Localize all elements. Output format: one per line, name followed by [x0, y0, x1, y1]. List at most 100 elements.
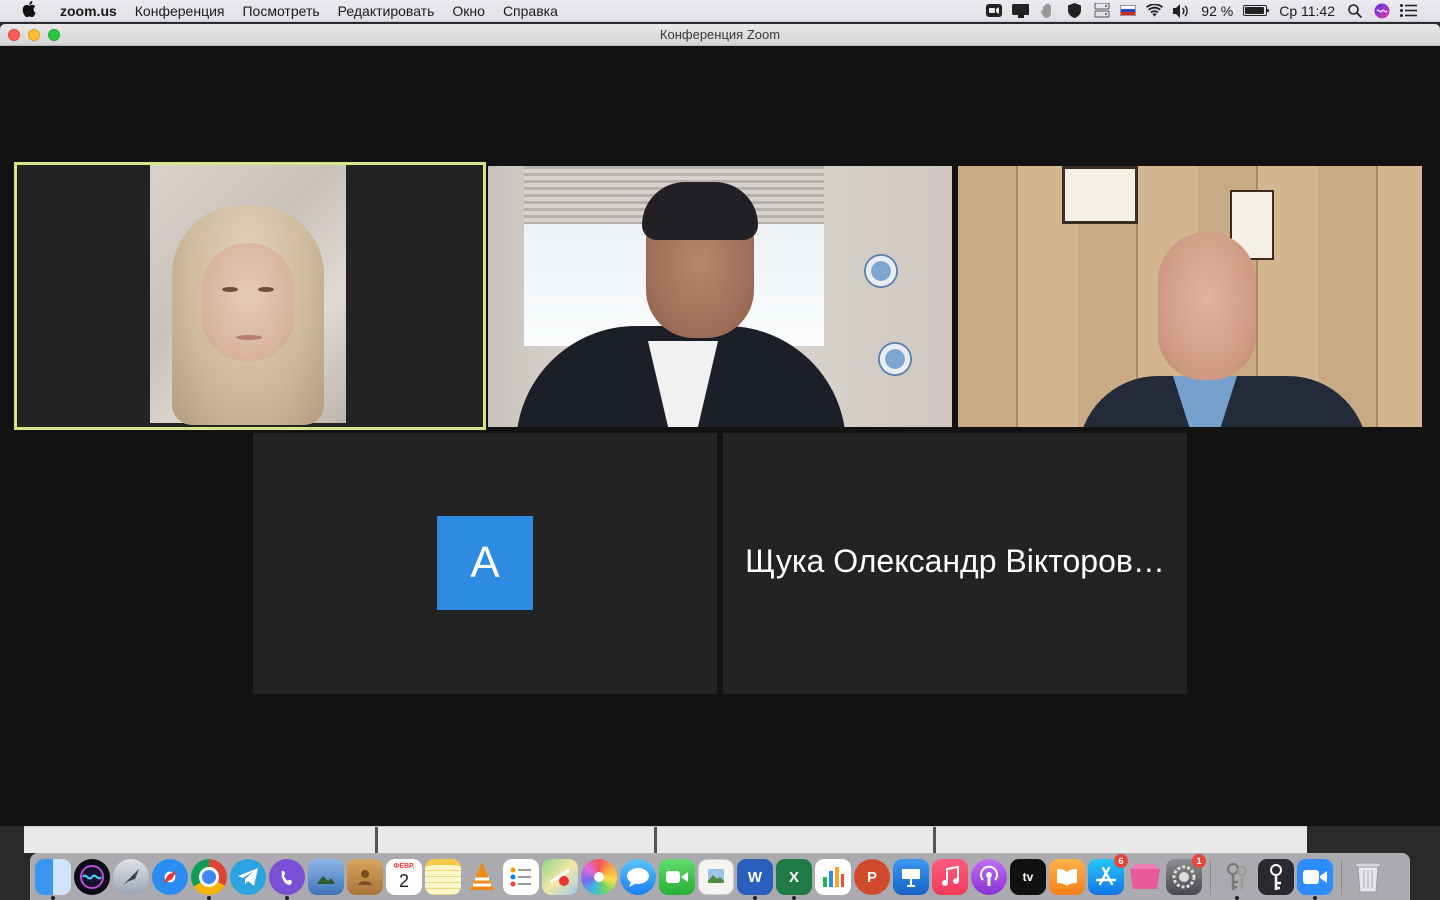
keynote-icon[interactable]	[893, 859, 929, 895]
apple-tv-label: tv	[1022, 870, 1034, 884]
finder-icon[interactable]	[35, 859, 71, 900]
zoom-dock-icon[interactable]	[1297, 859, 1333, 900]
app-store-icon[interactable]: 6	[1088, 854, 1128, 895]
running-indicator	[51, 896, 55, 900]
word-letter: W	[747, 868, 763, 886]
volume-icon[interactable]	[1173, 3, 1190, 18]
video-figure-face	[202, 243, 294, 361]
background-window-divider	[375, 827, 378, 853]
photos-icon[interactable]	[581, 859, 617, 895]
participant-video-1	[150, 165, 346, 425]
dock-separator	[1341, 859, 1342, 895]
menu-conference[interactable]: Конференция	[126, 3, 234, 19]
calendar-day: 2	[398, 871, 409, 891]
wifi-icon[interactable]	[1146, 4, 1164, 18]
calendar-icon[interactable]: ФЕВР. 2	[386, 859, 422, 895]
video-tile-1-active-speaker[interactable]	[14, 162, 486, 430]
excel-letter: X	[788, 868, 799, 886]
menubar-clock[interactable]: Ср 11:42	[1279, 3, 1335, 19]
close-window-button[interactable]	[8, 29, 20, 41]
battery-percent[interactable]: 92 %	[1201, 3, 1233, 19]
video-tile-3[interactable]	[958, 166, 1422, 427]
background-window-divider	[654, 827, 657, 853]
participant-name: Щука Олександр Вікторов…	[745, 543, 1165, 579]
running-indicator	[753, 896, 757, 900]
battery-icon[interactable]	[1243, 5, 1270, 16]
menu-app-name[interactable]: zoom.us	[50, 3, 126, 19]
background-window	[24, 826, 1307, 853]
avatar-letter: A	[470, 538, 500, 587]
chrome-icon[interactable]	[191, 859, 227, 900]
siri-dock-icon[interactable]	[74, 859, 110, 895]
preview-icon[interactable]	[308, 859, 344, 895]
apple-icon[interactable]	[20, 0, 38, 21]
video-background-frame	[1062, 166, 1138, 224]
siri-icon[interactable]	[1373, 3, 1390, 18]
app-store-badge: 6	[1114, 854, 1128, 868]
powerpoint-letter: P	[866, 868, 877, 886]
video-figure-detail	[222, 287, 238, 292]
video-tile-4-avatar[interactable]: A	[253, 433, 717, 694]
music-icon[interactable]	[932, 859, 968, 895]
contacts-icon[interactable]	[347, 859, 383, 895]
video-figure-detail	[642, 182, 758, 240]
powerpoint-icon[interactable]: P	[854, 859, 890, 895]
photos-center	[594, 872, 604, 882]
window-titlebar[interactable]: Конференция Zoom	[0, 24, 1440, 46]
participant-avatar: A	[437, 516, 533, 610]
numbers-icon[interactable]	[815, 859, 851, 895]
hand-icon[interactable]	[1039, 3, 1056, 18]
telegram-icon[interactable]	[230, 859, 266, 895]
battery-fill	[1245, 7, 1264, 14]
launchpad-icon[interactable]	[113, 859, 149, 895]
podcasts-icon[interactable]	[971, 859, 1007, 895]
preview-doc-icon[interactable]	[698, 859, 734, 895]
video-figure-detail	[258, 287, 274, 292]
facetime-icon[interactable]	[659, 859, 695, 895]
running-indicator	[792, 896, 796, 900]
books-icon[interactable]	[1049, 859, 1085, 895]
safari-icon[interactable]	[152, 859, 188, 895]
system-preferences-icon[interactable]: 1	[1166, 854, 1206, 895]
keychain-access-icon[interactable]	[1219, 859, 1255, 900]
window-controls	[8, 29, 60, 41]
keyboard-layout-flag-icon[interactable]	[1120, 5, 1137, 16]
keychain-window-icon[interactable]	[1258, 859, 1294, 895]
fullscreen-window-button[interactable]	[48, 29, 60, 41]
reminders-icon[interactable]	[503, 859, 539, 895]
screen-share-icon[interactable]	[1012, 3, 1030, 18]
shield-icon[interactable]	[1066, 3, 1083, 18]
spotlight-search-icon[interactable]	[1346, 3, 1363, 18]
trash-icon[interactable]	[1350, 859, 1386, 895]
video-figure-face	[1158, 232, 1256, 380]
running-indicator	[285, 896, 289, 900]
menu-help[interactable]: Справка	[494, 3, 567, 19]
network-drive-icon[interactable]	[1093, 3, 1110, 18]
video-tile-5-name[interactable]: Щука Олександр Вікторов…	[723, 433, 1187, 694]
photo-booth-icon[interactable]	[1127, 859, 1163, 895]
dock: ФЕВР. 2 W X P tv 6 1	[30, 853, 1410, 900]
viber-icon[interactable]	[269, 859, 305, 900]
messages-icon[interactable]	[620, 859, 656, 895]
video-background-plate	[878, 342, 912, 376]
minimize-window-button[interactable]	[28, 29, 40, 41]
apple-tv-icon[interactable]: tv	[1010, 859, 1046, 895]
video-figure-detail	[236, 335, 262, 340]
notes-icon[interactable]	[425, 859, 461, 895]
menu-edit[interactable]: Редактировать	[329, 3, 444, 19]
menu-view[interactable]: Посмотреть	[233, 3, 328, 19]
word-icon[interactable]: W	[737, 859, 773, 900]
zoom-camera-icon[interactable]	[985, 4, 1002, 18]
video-background-plate	[864, 254, 898, 288]
running-indicator	[1235, 896, 1239, 900]
gallery-view: A Щука Олександр Вікторов…	[0, 46, 1440, 826]
maps-icon[interactable]	[542, 859, 578, 895]
video-tile-2[interactable]	[488, 166, 952, 427]
vlc-icon[interactable]	[464, 859, 500, 895]
menu-window[interactable]: Окно	[443, 3, 494, 19]
system-preferences-badge: 1	[1192, 854, 1206, 868]
notification-center-icon[interactable]	[1400, 4, 1417, 18]
excel-icon[interactable]: X	[776, 859, 812, 900]
dock-separator	[1210, 859, 1211, 895]
window-title: Конференция Zoom	[659, 27, 781, 42]
